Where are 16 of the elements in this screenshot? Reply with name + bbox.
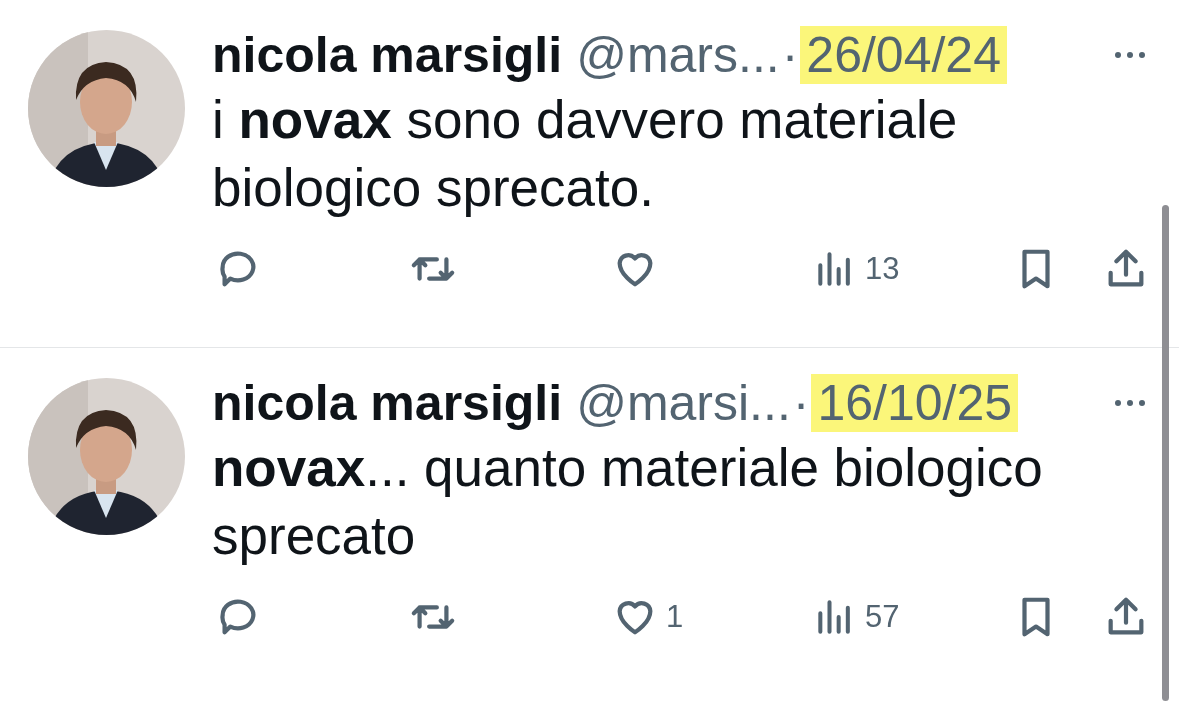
author-handle[interactable]: @marsi... [576, 374, 791, 432]
view-count: 13 [865, 251, 900, 287]
scrollbar-thumb[interactable] [1162, 205, 1169, 701]
more-icon[interactable] [1113, 50, 1147, 60]
view-count: 57 [865, 599, 900, 635]
more-icon[interactable] [1113, 398, 1147, 408]
post-text: i novax sono davvero materiale biologico sprecato. [212, 89, 959, 219]
separator: · [781, 26, 799, 84]
post-date[interactable]: 26/04/24 [800, 26, 1007, 84]
author-handle[interactable]: @mars... [576, 26, 780, 84]
author-name[interactable]: nicola marsigli [212, 374, 563, 432]
post-date[interactable]: 16/10/25 [811, 374, 1019, 432]
separator: · [792, 374, 810, 432]
like-count: 1 [666, 599, 684, 635]
author-name[interactable]: nicola marsigli [212, 26, 563, 84]
post-text: novax... quanto materiale biologico sprecato [212, 437, 1044, 567]
